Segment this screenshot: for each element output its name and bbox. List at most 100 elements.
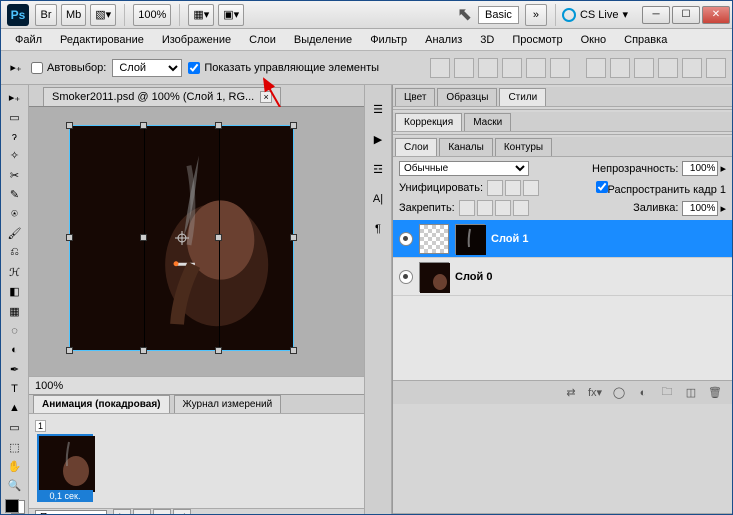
eyedropper-tool[interactable]: ✎ (4, 186, 26, 203)
path-select-tool[interactable]: ▲ (4, 400, 26, 417)
menu-3d[interactable]: 3D (472, 31, 502, 49)
unify-style-icon[interactable] (523, 180, 539, 196)
canvas[interactable] (69, 125, 294, 351)
zoom-dropdown[interactable]: 100% (133, 4, 171, 26)
autoselect-checkbox[interactable]: Автовыбор: (31, 62, 106, 74)
frame-duration[interactable]: 0,1 сек. (37, 490, 93, 502)
adjustments-tab[interactable]: Коррекция (395, 113, 462, 131)
visibility-icon[interactable] (399, 232, 413, 246)
unify-position-icon[interactable] (487, 180, 503, 196)
adjustment-layer-icon[interactable]: ◐ (634, 385, 652, 401)
propagate-checkbox[interactable]: Распространить кадр 1 (596, 181, 726, 196)
play-button[interactable]: ▸ (153, 509, 171, 514)
menu-help[interactable]: Справка (616, 31, 675, 49)
menu-filter[interactable]: Фильтр (362, 31, 415, 49)
move-tool-indicator[interactable]: ▸₊ (7, 59, 25, 77)
marquee-tool[interactable]: ▭ (4, 108, 26, 125)
animation-tab[interactable]: Анимация (покадровая) (33, 395, 170, 413)
workspace-selector[interactable]: Basic (478, 6, 519, 24)
3d-tool[interactable]: ⬚ (4, 438, 26, 455)
opacity-input[interactable] (682, 161, 718, 176)
align-icon-2[interactable] (454, 58, 474, 78)
lock-position-icon[interactable] (495, 200, 511, 216)
layer-item-1[interactable]: Слой 1 (393, 220, 732, 258)
layer-item-0[interactable]: Слой 0 (393, 258, 732, 296)
dist-icon-2[interactable] (610, 58, 630, 78)
channels-tab[interactable]: Каналы (439, 138, 493, 156)
menu-edit[interactable]: Редактирование (52, 31, 152, 49)
menu-analysis[interactable]: Анализ (417, 31, 470, 49)
panel-icon-paragraph[interactable]: ¶ (368, 219, 388, 239)
first-frame-button[interactable]: |◂ (113, 509, 131, 514)
layer-style-icon[interactable]: fx▾ (586, 385, 604, 401)
status-zoom[interactable]: 100% (35, 380, 63, 392)
layers-tab[interactable]: Слои (395, 138, 437, 156)
lasso-tool[interactable]: ɂ (4, 128, 26, 145)
maximize-button[interactable]: ☐ (672, 6, 700, 24)
measurement-log-tab[interactable]: Журнал измерений (174, 395, 282, 413)
toolbar-screen-mode[interactable]: ▧▾ (90, 4, 116, 26)
dist-icon-4[interactable] (658, 58, 678, 78)
align-icon-3[interactable] (478, 58, 498, 78)
crop-tool[interactable]: ✂ (4, 167, 26, 184)
new-layer-icon[interactable]: ◫ (682, 385, 700, 401)
eraser-tool[interactable]: ◧ (4, 283, 26, 300)
pen-tool[interactable]: ✒ (4, 361, 26, 378)
arrange-docs-button[interactable]: ▦▾ (188, 4, 214, 26)
close-doc-icon[interactable]: × (260, 91, 272, 103)
stamp-tool[interactable]: ⎌ (4, 244, 26, 261)
zoom-tool[interactable]: 🔍 (4, 477, 26, 494)
dodge-tool[interactable]: ◐ (4, 341, 26, 358)
lock-pixels-icon[interactable] (477, 200, 493, 216)
screen-mode-button[interactable]: ▣▾ (218, 4, 244, 26)
visibility-icon[interactable] (399, 270, 413, 284)
menu-view[interactable]: Просмотр (504, 31, 570, 49)
align-icon-4[interactable] (502, 58, 522, 78)
panel-icon-history[interactable]: ☰ (368, 99, 388, 119)
align-icon-5[interactable] (526, 58, 546, 78)
align-icon-6[interactable] (550, 58, 570, 78)
layer-mask-icon[interactable]: ◯ (610, 385, 628, 401)
swatches-tab[interactable]: Образцы (437, 88, 497, 106)
menu-file[interactable]: Файл (7, 31, 50, 49)
paths-tab[interactable]: Контуры (495, 138, 552, 156)
link-layers-icon[interactable]: ⇄ (562, 385, 580, 401)
dist-icon-5[interactable] (682, 58, 702, 78)
wand-tool[interactable]: ✧ (4, 147, 26, 164)
healing-tool[interactable]: ⍟ (4, 205, 26, 222)
gradient-tool[interactable]: ▦ (4, 302, 26, 319)
panel-icon-arrow[interactable]: ▶ (368, 129, 388, 149)
loop-dropdown[interactable]: Постоянно (35, 510, 107, 515)
next-frame-button[interactable]: ▸| (173, 509, 191, 514)
cs-live-button[interactable]: CS Live▾ (562, 8, 628, 22)
group-icon[interactable]: 🗀 (658, 385, 676, 401)
dist-icon-3[interactable] (634, 58, 654, 78)
masks-tab[interactable]: Маски (464, 113, 511, 131)
panel-icon-brushes[interactable]: ☲ (368, 159, 388, 179)
color-swatch[interactable] (5, 499, 25, 514)
panel-icon-character[interactable]: A| (368, 189, 388, 209)
lock-all-icon[interactable] (513, 200, 529, 216)
minimize-button[interactable]: ─ (642, 6, 670, 24)
close-button[interactable]: ✕ (702, 6, 730, 24)
color-tab[interactable]: Цвет (395, 88, 435, 106)
blend-mode-dropdown[interactable]: Обычные (399, 161, 529, 176)
toolbar-mb-button[interactable]: Mb (61, 4, 86, 26)
menu-image[interactable]: Изображение (154, 31, 239, 49)
align-icon-1[interactable] (430, 58, 450, 78)
prev-frame-button[interactable]: ◂ (133, 509, 151, 514)
fill-input[interactable] (682, 201, 718, 216)
dist-icon-6[interactable] (706, 58, 726, 78)
styles-tab[interactable]: Стили (499, 88, 546, 106)
show-transforms-checkbox[interactable]: Показать управляющие элементы (188, 62, 379, 74)
shape-tool[interactable]: ▭ (4, 419, 26, 436)
type-tool[interactable]: T (4, 380, 26, 397)
menu-select[interactable]: Выделение (286, 31, 360, 49)
move-tool[interactable]: ▸₊ (4, 89, 26, 106)
workspace-expand-button[interactable]: » (525, 4, 547, 26)
toolbar-br-button[interactable]: Br (35, 4, 57, 26)
delete-layer-icon[interactable]: 🗑 (706, 385, 724, 401)
brush-tool[interactable]: 🖌 (4, 225, 26, 242)
unify-visibility-icon[interactable] (505, 180, 521, 196)
document-tab[interactable]: Smoker2011.psd @ 100% (Слой 1, RG... × (43, 87, 281, 106)
